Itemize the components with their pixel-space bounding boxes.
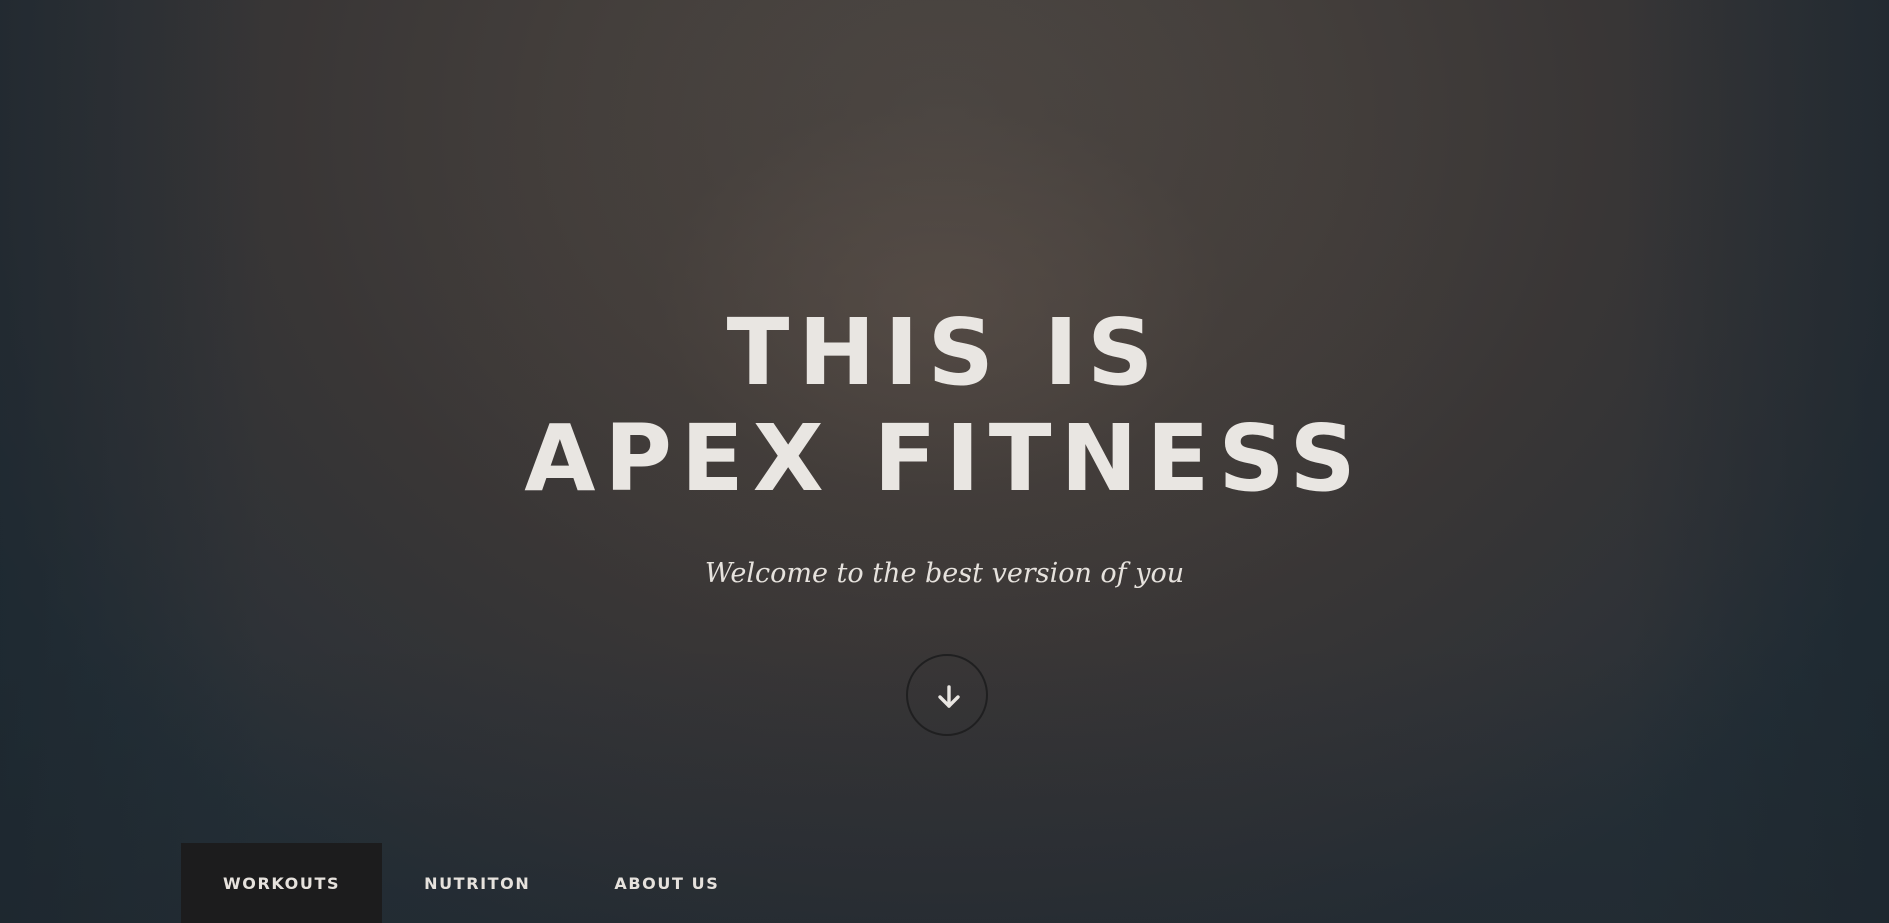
nav-item-label: NUTRITON [424,873,531,893]
arrow-down-icon [938,685,960,708]
hero-title-line-1: THIS IS [726,299,1163,406]
scroll-down-button[interactable] [906,654,988,736]
hero-title: THIS IS APEX FITNESS [0,300,1889,512]
nav-item-nutrition[interactable]: NUTRITON [382,843,572,923]
hero-title-line-2: APEX FITNESS [524,405,1365,512]
hero-section: THIS IS APEX FITNESS Welcome to the best… [0,0,1889,923]
main-nav: WORKOUTS NUTRITON ABOUT US [181,843,761,923]
hero-tagline: Welcome to the best version of you [704,558,1185,589]
nav-item-label: WORKOUTS [223,873,341,893]
nav-item-about-us[interactable]: ABOUT US [572,843,761,923]
nav-item-workouts[interactable]: WORKOUTS [181,843,383,923]
nav-item-label: ABOUT US [614,873,720,893]
